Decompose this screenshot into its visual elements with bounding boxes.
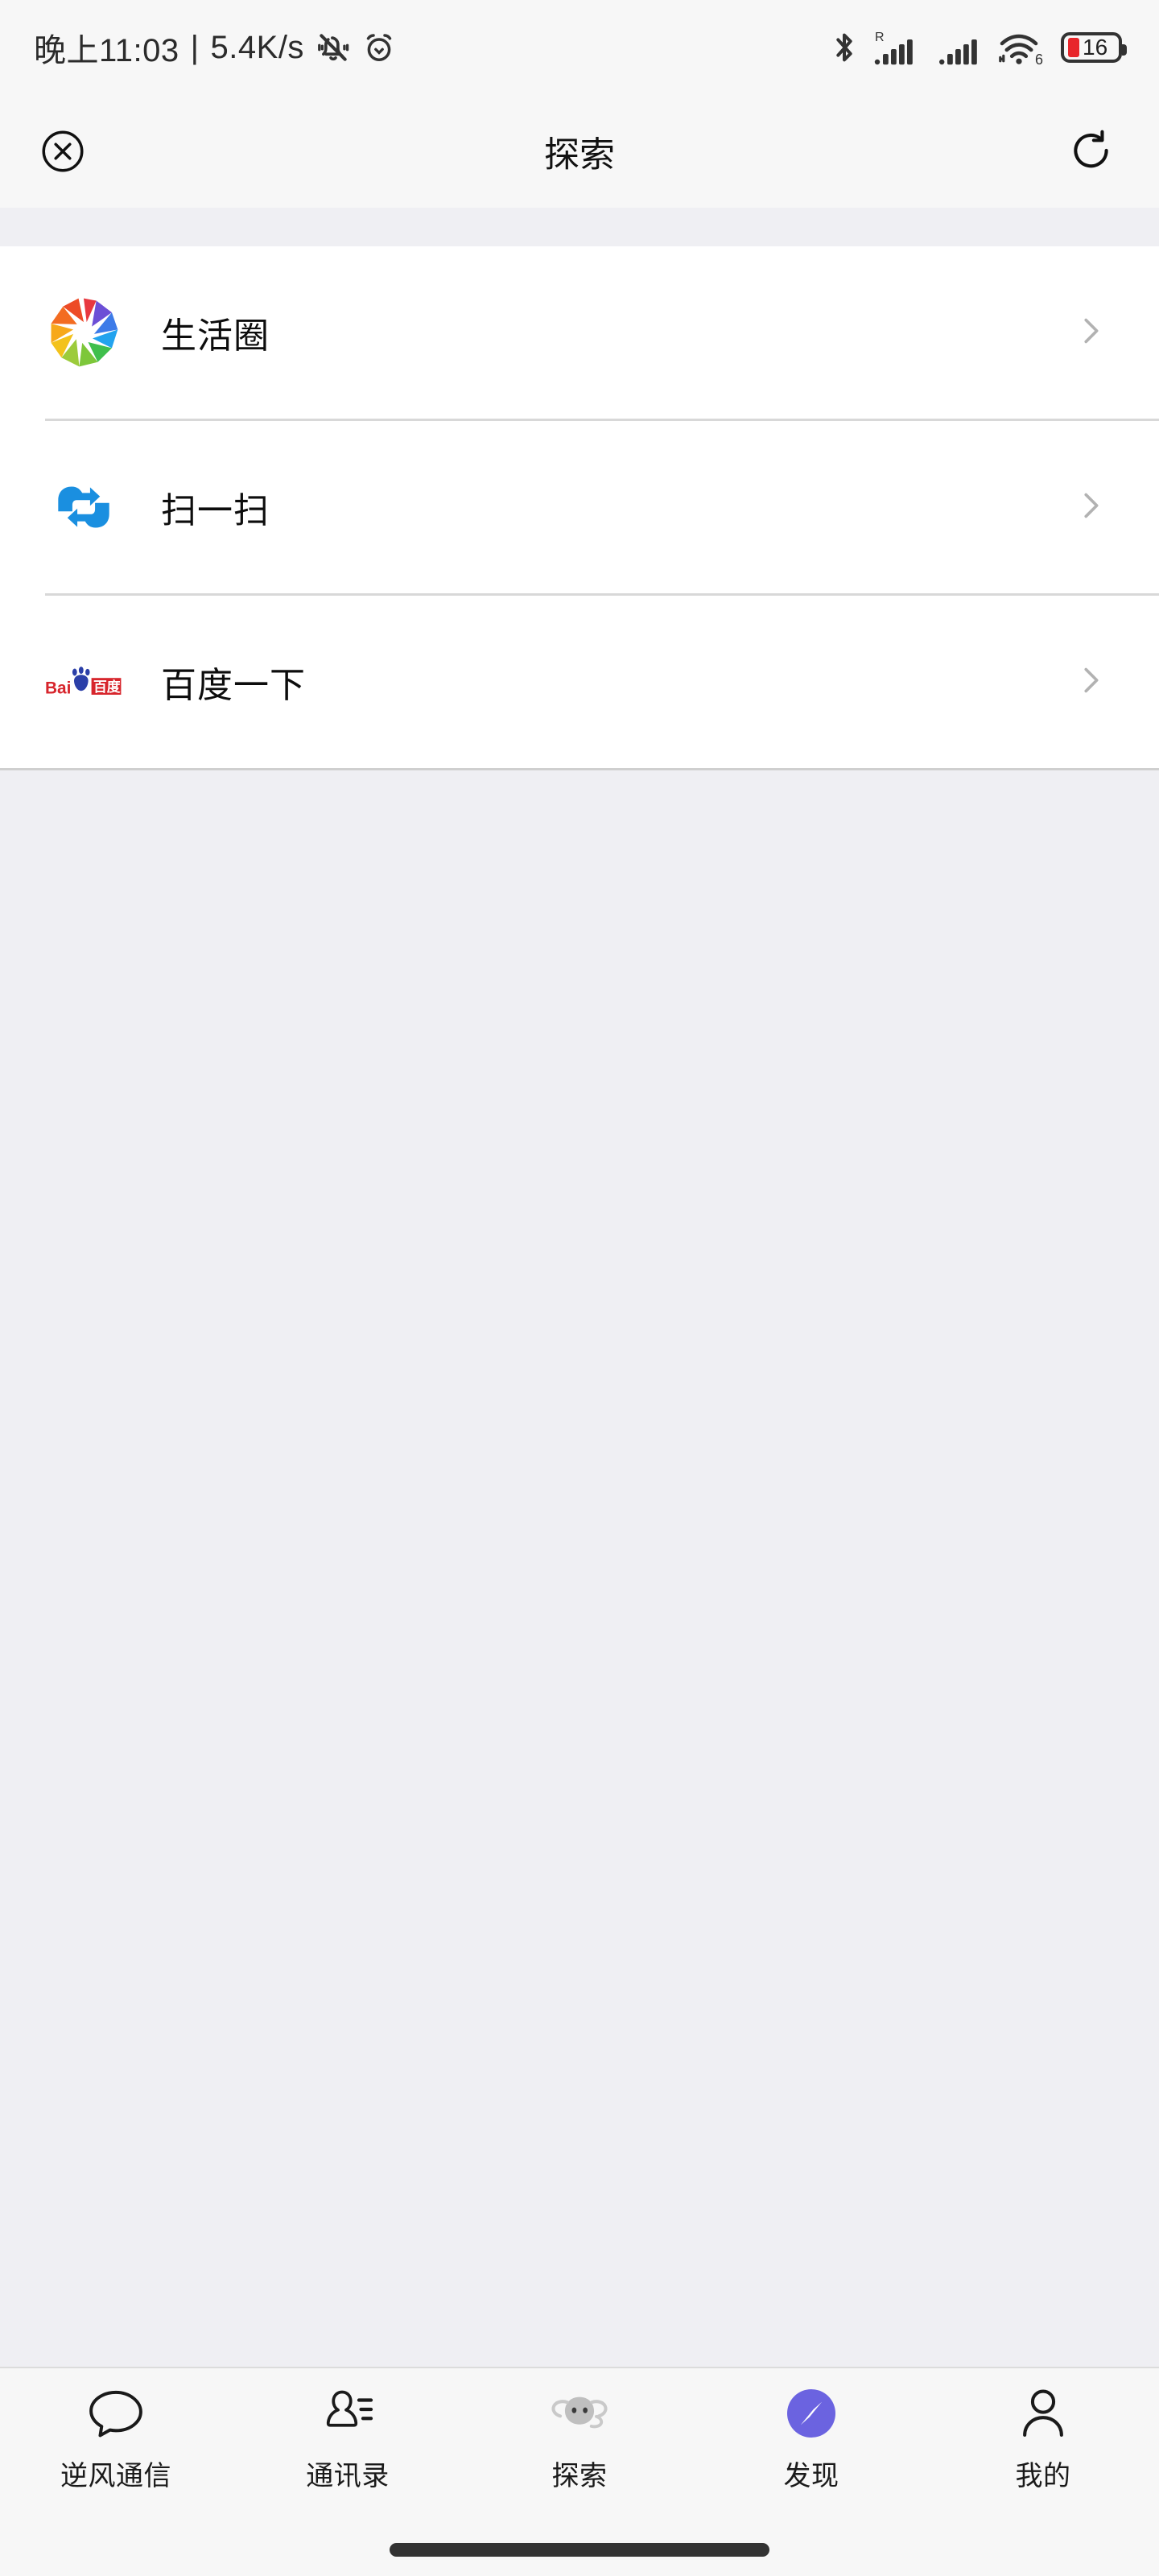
signal-roaming-icon: R bbox=[872, 28, 923, 67]
status-network-speed: 5.4K/s bbox=[211, 30, 304, 66]
bell-muted-icon bbox=[316, 30, 351, 65]
empty-content-area bbox=[0, 770, 1159, 2367]
tab-label: 逆风通信 bbox=[60, 2454, 171, 2493]
home-indicator-bar[interactable] bbox=[390, 2543, 769, 2557]
chevron-right-icon bbox=[1072, 312, 1109, 353]
header-list-gap bbox=[0, 208, 1159, 246]
svg-text:百度: 百度 bbox=[93, 679, 121, 695]
scan-swap-icon bbox=[45, 469, 122, 546]
list-item-label: 百度一下 bbox=[161, 656, 1072, 708]
list-item-baidu[interactable]: Bai 百度 百度一下 bbox=[0, 596, 1159, 768]
svg-text:R: R bbox=[875, 31, 885, 44]
baidu-logo-icon: Bai 百度 bbox=[45, 643, 122, 720]
chat-bubble-icon bbox=[86, 2383, 146, 2444]
tab-discover[interactable]: 发现 bbox=[695, 2383, 927, 2493]
life-circle-aperture-icon bbox=[45, 294, 122, 371]
tab-messages[interactable]: 逆风通信 bbox=[0, 2383, 232, 2493]
status-separator: | bbox=[191, 30, 200, 66]
compass-discover-icon bbox=[782, 2383, 840, 2444]
battery-icon: 16 bbox=[1061, 32, 1122, 63]
tab-label: 我的 bbox=[1016, 2454, 1071, 2493]
bottom-tab-bar: 逆风通信 通讯录 探索 bbox=[0, 2367, 1159, 2523]
battery-fill bbox=[1068, 38, 1079, 57]
chevron-right-icon bbox=[1072, 662, 1109, 703]
close-circle-icon[interactable] bbox=[32, 121, 93, 182]
list-item-label: 生活圈 bbox=[161, 307, 1072, 358]
contacts-icon bbox=[320, 2383, 376, 2444]
battery-level: 16 bbox=[1083, 36, 1107, 59]
alarm-clock-icon bbox=[362, 31, 396, 64]
page-header: 探索 bbox=[0, 95, 1159, 208]
tab-profile[interactable]: 我的 bbox=[927, 2383, 1159, 2493]
status-bar-left: 晚上11:03 | 5.4K/s bbox=[34, 24, 396, 71]
bluetooth-icon bbox=[831, 29, 858, 66]
tab-explore[interactable]: 探索 bbox=[464, 2383, 695, 2493]
signal-icon bbox=[937, 28, 984, 67]
tab-label: 发现 bbox=[784, 2454, 839, 2493]
status-bar-right: R 6 bbox=[831, 28, 1122, 67]
page-title: 探索 bbox=[0, 126, 1159, 177]
tab-label: 通讯录 bbox=[306, 2454, 390, 2493]
refresh-icon[interactable] bbox=[1061, 121, 1122, 182]
tab-contacts[interactable]: 通讯录 bbox=[232, 2383, 464, 2493]
home-indicator-area bbox=[0, 2523, 1159, 2576]
status-time: 晚上11:03 bbox=[34, 24, 179, 71]
wifi-6-icon: 6 bbox=[997, 28, 1047, 67]
tab-label: 探索 bbox=[552, 2454, 608, 2493]
list-item-label: 扫一扫 bbox=[161, 481, 1072, 533]
chevron-right-icon bbox=[1072, 487, 1109, 528]
svg-text:Bai: Bai bbox=[45, 679, 71, 697]
status-bar: 晚上11:03 | 5.4K/s bbox=[0, 0, 1159, 95]
ghost-explore-icon bbox=[549, 2383, 610, 2444]
explore-list: 生活圈 扫一扫 bbox=[0, 246, 1159, 770]
person-profile-icon bbox=[1017, 2383, 1070, 2444]
list-item-scan[interactable]: 扫一扫 bbox=[0, 421, 1159, 593]
app-screen: 晚上11:03 | 5.4K/s bbox=[0, 0, 1159, 2576]
svg-text:6: 6 bbox=[1035, 52, 1043, 67]
list-item-life-circle[interactable]: 生活圈 bbox=[0, 246, 1159, 419]
